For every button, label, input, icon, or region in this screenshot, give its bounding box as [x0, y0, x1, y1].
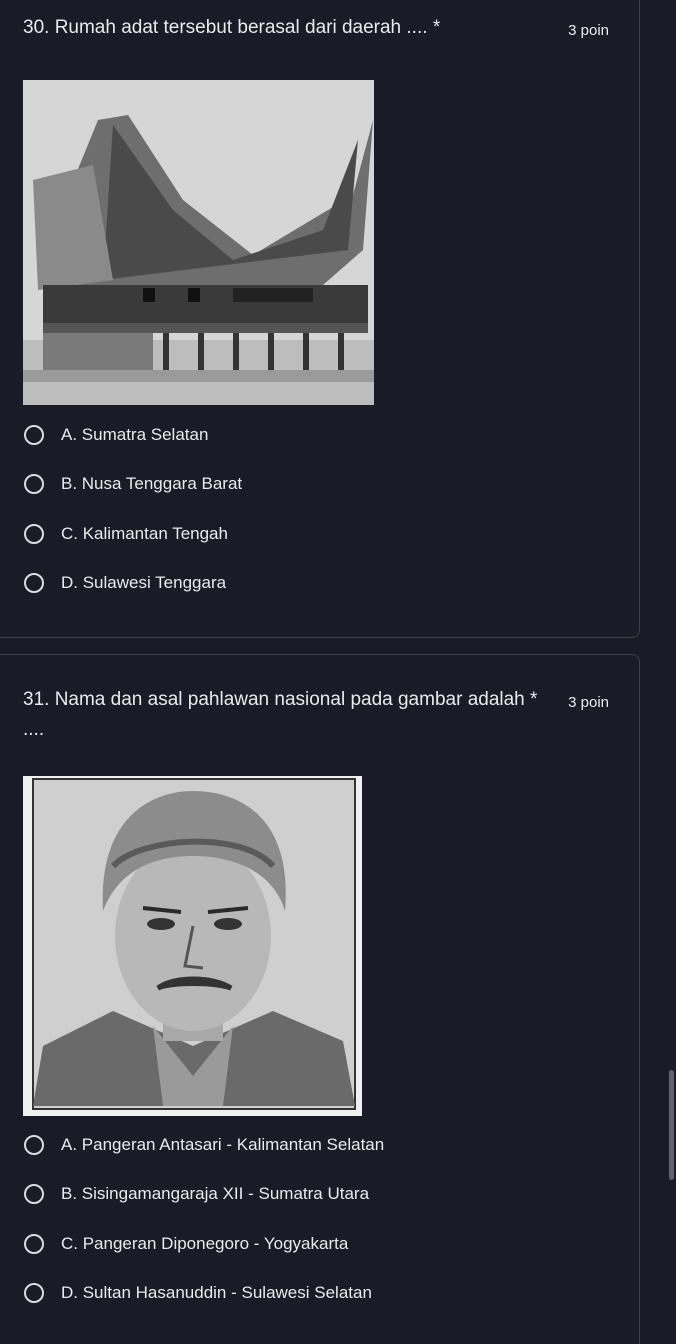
option-d[interactable]: D. Sultan Hasanuddin - Sulawesi Selatan: [23, 1280, 372, 1306]
radio-button[interactable]: [24, 474, 44, 494]
radio-button[interactable]: [24, 1184, 44, 1204]
option-c[interactable]: C. Pangeran Diponegoro - Yogyakarta: [23, 1231, 348, 1257]
option-label: C. Pangeran Diponegoro - Yogyakarta: [61, 1234, 349, 1253]
option-label: A. Sumatra Selatan: [61, 425, 209, 444]
option-b[interactable]: B. Nusa Tenggara Barat: [23, 471, 242, 497]
required-mark: *: [530, 689, 538, 710]
traditional-house-photo-icon: [23, 80, 374, 405]
question-text-continuation: ....: [23, 719, 45, 740]
required-mark: *: [432, 17, 441, 38]
radio-button[interactable]: [24, 425, 44, 445]
question-text: 31. Nama dan asal pahlawan nasional pada…: [23, 689, 525, 710]
national-hero-portrait-icon: [23, 776, 362, 1116]
option-c[interactable]: C. Kalimantan Tengah: [23, 521, 228, 547]
radio-button[interactable]: [24, 524, 44, 544]
radio-button[interactable]: [24, 1283, 44, 1303]
traditional-house-image: [23, 80, 374, 405]
option-label: B. Nusa Tenggara Barat: [61, 474, 243, 493]
option-label: D. Sultan Hasanuddin - Sulawesi Selatan: [61, 1283, 372, 1302]
hero-portrait-image: [23, 776, 362, 1116]
question-text: 30. Rumah adat tersebut berasal dari dae…: [23, 17, 428, 38]
question-card-31: 31. Nama dan asal pahlawan nasional pada…: [0, 654, 640, 1344]
option-label: C. Kalimantan Tengah: [61, 524, 228, 543]
question-title: 30. Rumah adat tersebut berasal dari dae…: [23, 13, 609, 43]
option-label: D. Sulawesi Tenggara: [61, 573, 227, 592]
question-title: 31. Nama dan asal pahlawan nasional pada…: [23, 685, 559, 745]
option-a[interactable]: A. Sumatra Selatan: [23, 422, 208, 448]
option-b[interactable]: B. Sisingamangaraja XII - Sumatra Utara: [23, 1181, 369, 1207]
points-label: 3 poin: [568, 22, 609, 39]
option-a[interactable]: A. Pangeran Antasari - Kalimantan Selata…: [23, 1132, 384, 1158]
option-label: A. Pangeran Antasari - Kalimantan Selata…: [61, 1135, 385, 1154]
scrollbar[interactable]: [669, 1070, 674, 1180]
question-card-30: 30. Rumah adat tersebut berasal dari dae…: [0, 0, 640, 638]
radio-button[interactable]: [24, 573, 44, 593]
option-d[interactable]: D. Sulawesi Tenggara: [23, 570, 226, 596]
points-label: 3 poin: [568, 694, 609, 711]
radio-button[interactable]: [24, 1135, 44, 1155]
radio-button[interactable]: [24, 1234, 44, 1254]
option-label: B. Sisingamangaraja XII - Sumatra Utara: [61, 1184, 370, 1203]
